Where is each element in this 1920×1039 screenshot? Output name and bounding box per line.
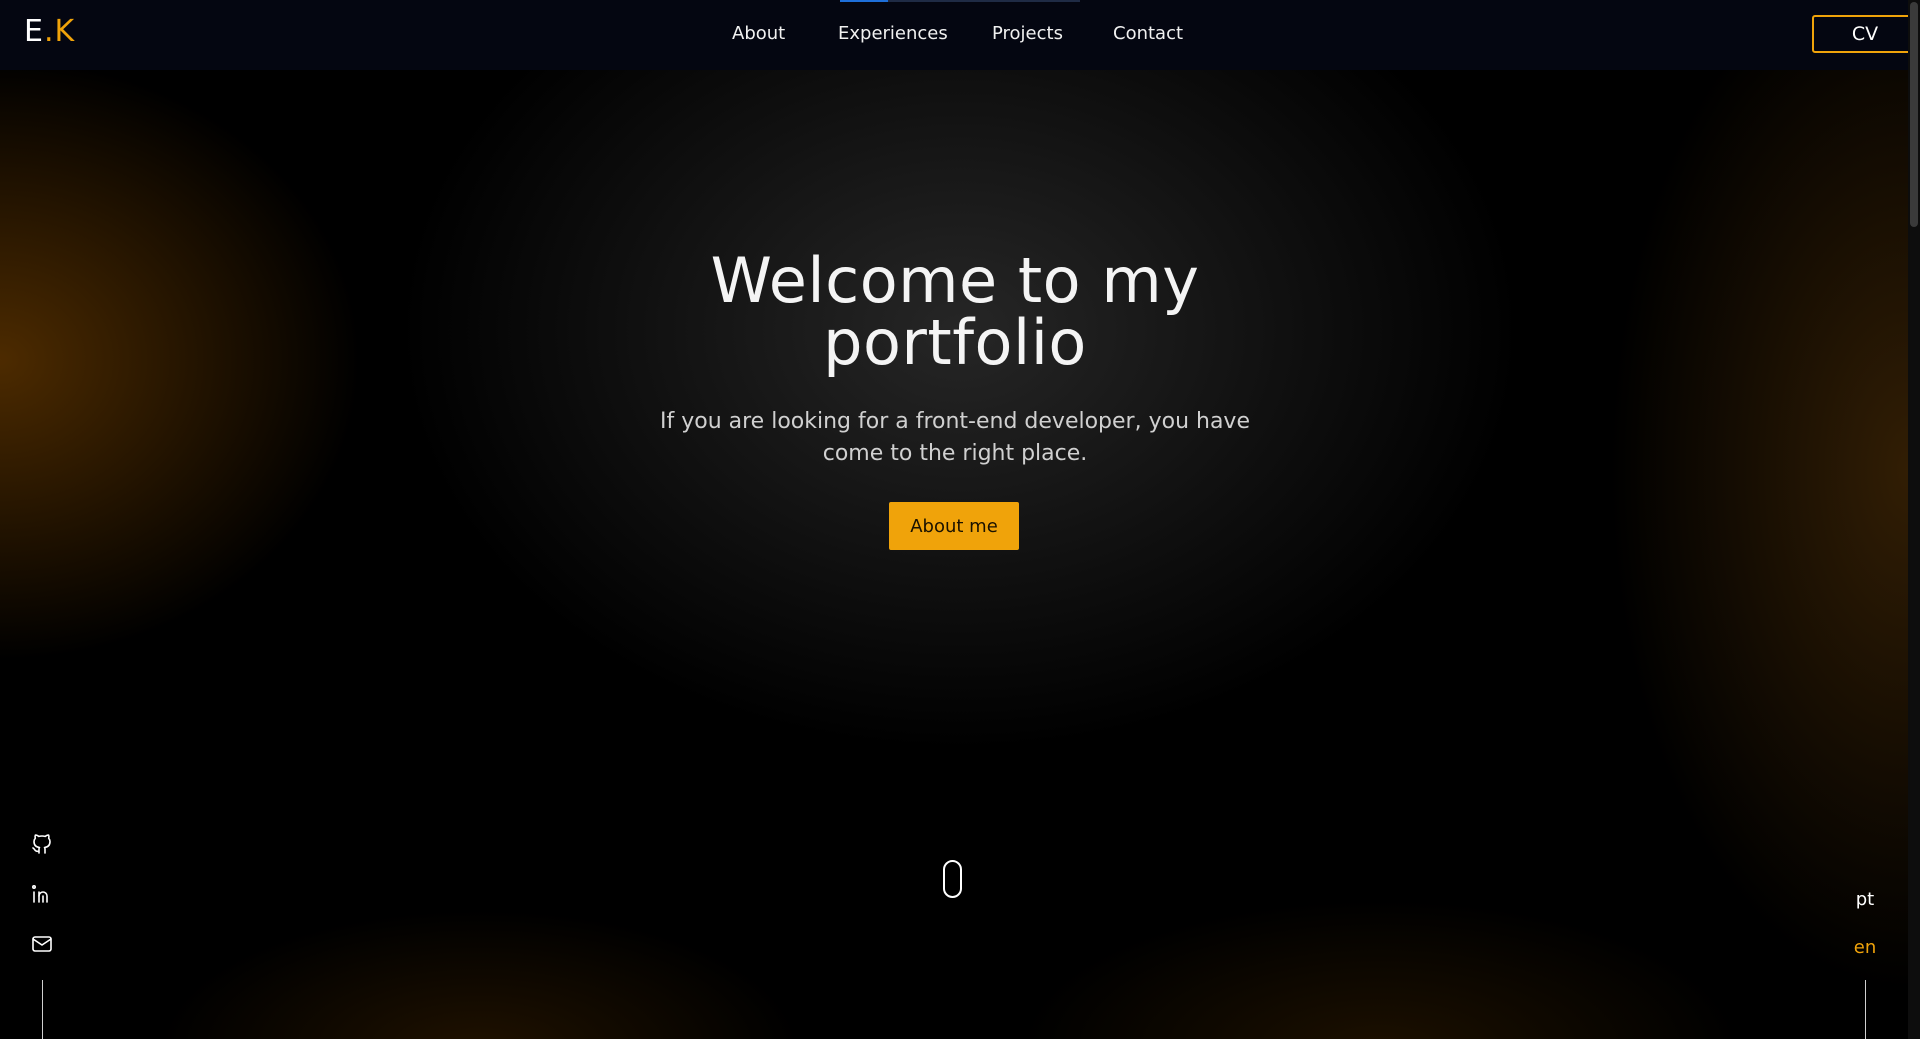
nav-active-indicator-fill [840, 0, 888, 2]
hero-title: Welcome to my portfolio [710, 244, 1200, 379]
about-me-button[interactable]: About me [889, 502, 1019, 550]
scrollbar[interactable] [1908, 0, 1920, 1039]
logo-initial: E [24, 14, 44, 49]
hero-subtitle: If you are looking for a front-end devel… [660, 409, 1250, 466]
nav-about[interactable]: About [732, 23, 785, 44]
mail-icon[interactable] [30, 932, 54, 956]
cv-button[interactable]: CV [1812, 15, 1918, 53]
social-divider-line [42, 980, 43, 1039]
logo-accent: .K [43, 14, 76, 49]
navbar: E.K About Experiences Projects Contact C… [0, 0, 1918, 70]
linkedin-icon[interactable] [30, 882, 54, 906]
language-option-pt[interactable]: pt [1845, 889, 1885, 910]
logo[interactable]: E.K [24, 14, 75, 49]
scroll-mouse-icon[interactable] [943, 860, 962, 898]
github-icon[interactable] [30, 832, 54, 856]
background-glow [0, 900, 1908, 1039]
nav-experiences[interactable]: Experiences [838, 23, 948, 44]
page: E.K About Experiences Projects Contact C… [0, 0, 1920, 1039]
language-option-en[interactable]: en [1845, 937, 1885, 958]
language-divider-line [1865, 980, 1866, 1039]
nav-contact[interactable]: Contact [1113, 23, 1183, 44]
nav-projects[interactable]: Projects [992, 23, 1063, 44]
scrollbar-thumb[interactable] [1910, 2, 1918, 227]
nav-active-indicator [840, 0, 1080, 2]
